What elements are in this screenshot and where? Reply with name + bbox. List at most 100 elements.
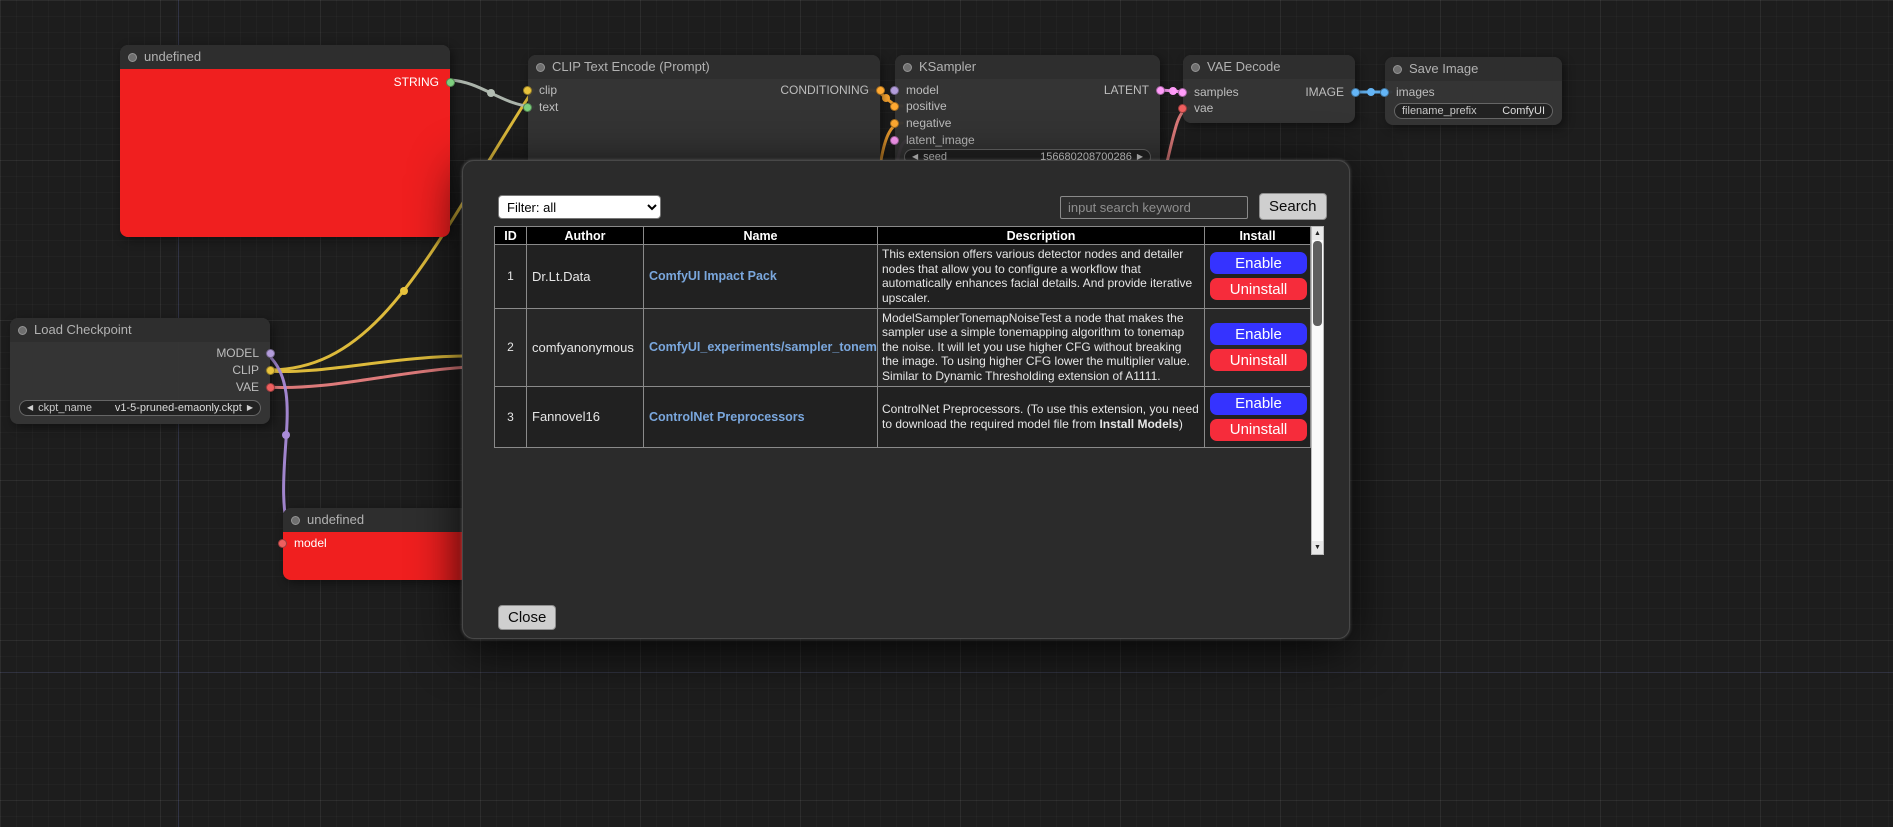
- filename-prefix-widget[interactable]: filename_prefix ComfyUI: [1394, 103, 1553, 119]
- collapse-dot-icon[interactable]: [536, 63, 545, 72]
- node-title: undefined: [307, 512, 364, 527]
- decrement-arrow-icon[interactable]: ◀: [27, 400, 33, 416]
- slot-label: IMAGE: [1305, 85, 1344, 99]
- input-slot-negative[interactable]: [890, 119, 899, 128]
- search-input[interactable]: [1060, 196, 1248, 219]
- collapse-dot-icon[interactable]: [128, 53, 137, 62]
- cell-name: ComfyUI_experiments/sampler_tonemap: [644, 308, 878, 386]
- uninstall-button[interactable]: Uninstall: [1210, 349, 1307, 371]
- slot-label: CLIP: [232, 363, 259, 377]
- node-title: undefined: [144, 49, 201, 64]
- slot-label: text: [539, 100, 558, 114]
- table-row: 2 comfyanonymous ComfyUI_experiments/sam…: [495, 308, 1311, 386]
- cell-id: 1: [495, 245, 527, 309]
- widget-value: v1-5-pruned-emaonly.ckpt: [97, 402, 242, 414]
- column-header-author: Author: [527, 227, 644, 245]
- grid-axis-horizontal: [0, 672, 1893, 673]
- output-slot-image[interactable]: [1351, 88, 1360, 97]
- node-load-checkpoint[interactable]: Load Checkpoint MODEL CLIP VAE ◀ ckpt_na…: [10, 318, 270, 424]
- slot-label: images: [1396, 85, 1435, 99]
- cell-description: This extension offers various detector n…: [878, 245, 1205, 309]
- node-save-image[interactable]: Save Image images filename_prefix ComfyU…: [1385, 57, 1562, 125]
- node-title-bar[interactable]: Save Image: [1385, 57, 1562, 81]
- scrollbar-thumb[interactable]: [1313, 241, 1322, 326]
- output-slot-clip[interactable]: [266, 366, 275, 375]
- extension-link[interactable]: ControlNet Preprocessors: [649, 410, 805, 424]
- output-slot-vae[interactable]: [266, 383, 275, 392]
- column-header-description: Description: [878, 227, 1205, 245]
- ckpt-name-widget[interactable]: ◀ ckpt_name v1-5-pruned-emaonly.ckpt ▶: [19, 400, 261, 416]
- node-title: Load Checkpoint: [34, 322, 132, 337]
- node-ksampler[interactable]: KSampler model positive negative latent_…: [895, 55, 1160, 174]
- node-title-bar[interactable]: undefined: [120, 45, 450, 69]
- widget-label: filename_prefix: [1402, 105, 1477, 117]
- node-body: STRING: [120, 69, 450, 237]
- collapse-dot-icon[interactable]: [291, 516, 300, 525]
- enable-button[interactable]: Enable: [1210, 323, 1307, 345]
- enable-button[interactable]: Enable: [1210, 393, 1307, 415]
- node-title-bar[interactable]: undefined: [283, 508, 468, 532]
- node-title-bar[interactable]: Load Checkpoint: [10, 318, 270, 342]
- scrollbar[interactable]: ▲ ▼: [1311, 226, 1324, 555]
- slot-label: MODEL: [216, 346, 259, 360]
- slot-label: vae: [1194, 101, 1213, 115]
- collapse-dot-icon[interactable]: [903, 63, 912, 72]
- scroll-up-icon[interactable]: ▲: [1312, 227, 1323, 240]
- slot-label: VAE: [236, 380, 259, 394]
- node-body: images filename_prefix ComfyUI: [1385, 81, 1562, 125]
- column-header-install: Install: [1205, 227, 1311, 245]
- slot-label: model: [294, 536, 327, 550]
- node-undefined-top[interactable]: undefined STRING: [120, 45, 450, 237]
- node-title-bar[interactable]: KSampler: [895, 55, 1160, 79]
- node-body: model: [283, 532, 468, 580]
- extensions-table: ID Author Name Description Install 1 Dr.…: [494, 226, 1310, 448]
- column-header-id: ID: [495, 227, 527, 245]
- enable-button[interactable]: Enable: [1210, 252, 1307, 274]
- input-slot-model[interactable]: [278, 539, 287, 548]
- cell-description: ControlNet Preprocessors. (To use this e…: [878, 386, 1205, 447]
- node-vae-decode[interactable]: VAE Decode samples vae IMAGE: [1183, 55, 1355, 123]
- input-slot-latent-image[interactable]: [890, 136, 899, 145]
- collapse-dot-icon[interactable]: [18, 326, 27, 335]
- cell-author: Dr.Lt.Data: [527, 245, 644, 309]
- node-body: MODEL CLIP VAE ◀ ckpt_name v1-5-pruned-e…: [10, 342, 270, 424]
- input-slot-positive[interactable]: [890, 102, 899, 111]
- node-undefined-bottom[interactable]: undefined model: [283, 508, 468, 580]
- close-button[interactable]: Close: [498, 605, 556, 630]
- node-title: VAE Decode: [1207, 59, 1280, 74]
- cell-id: 3: [495, 386, 527, 447]
- manager-dialog: Filter: all Search ID Author Name Descri…: [462, 160, 1350, 639]
- output-slot-model[interactable]: [266, 349, 275, 358]
- output-slot-conditioning[interactable]: [876, 86, 885, 95]
- uninstall-button[interactable]: Uninstall: [1210, 278, 1307, 300]
- scroll-down-icon[interactable]: ▼: [1312, 541, 1323, 554]
- extension-link[interactable]: ComfyUI_experiments/sampler_tonemap: [649, 340, 878, 354]
- slot-label: latent_image: [906, 133, 975, 147]
- cell-name: ComfyUI Impact Pack: [644, 245, 878, 309]
- input-slot-vae[interactable]: [1178, 104, 1187, 113]
- input-slot-images[interactable]: [1380, 88, 1389, 97]
- filter-select[interactable]: Filter: all: [498, 195, 661, 219]
- search-button[interactable]: Search: [1259, 193, 1327, 220]
- extension-link[interactable]: ComfyUI Impact Pack: [649, 269, 777, 283]
- output-slot-string[interactable]: [446, 78, 455, 87]
- node-body: samples vae IMAGE: [1183, 79, 1355, 123]
- collapse-dot-icon[interactable]: [1393, 65, 1402, 74]
- uninstall-button[interactable]: Uninstall: [1210, 419, 1307, 441]
- node-title-bar[interactable]: VAE Decode: [1183, 55, 1355, 79]
- node-title-bar[interactable]: CLIP Text Encode (Prompt): [528, 55, 880, 79]
- widget-value: ComfyUI: [1482, 105, 1545, 117]
- collapse-dot-icon[interactable]: [1191, 63, 1200, 72]
- node-title: CLIP Text Encode (Prompt): [552, 59, 710, 74]
- increment-arrow-icon[interactable]: ▶: [247, 400, 253, 416]
- cell-install: Enable Uninstall: [1205, 386, 1311, 447]
- slot-label: CONDITIONING: [780, 83, 869, 97]
- slot-label: positive: [906, 99, 947, 113]
- cell-description: ModelSamplerTonemapNoiseTest a node that…: [878, 308, 1205, 386]
- node-title: Save Image: [1409, 61, 1478, 76]
- input-slot-text[interactable]: [523, 103, 532, 112]
- cell-id: 2: [495, 308, 527, 386]
- output-slot-latent[interactable]: [1156, 86, 1165, 95]
- node-title: KSampler: [919, 59, 976, 74]
- cell-name: ControlNet Preprocessors: [644, 386, 878, 447]
